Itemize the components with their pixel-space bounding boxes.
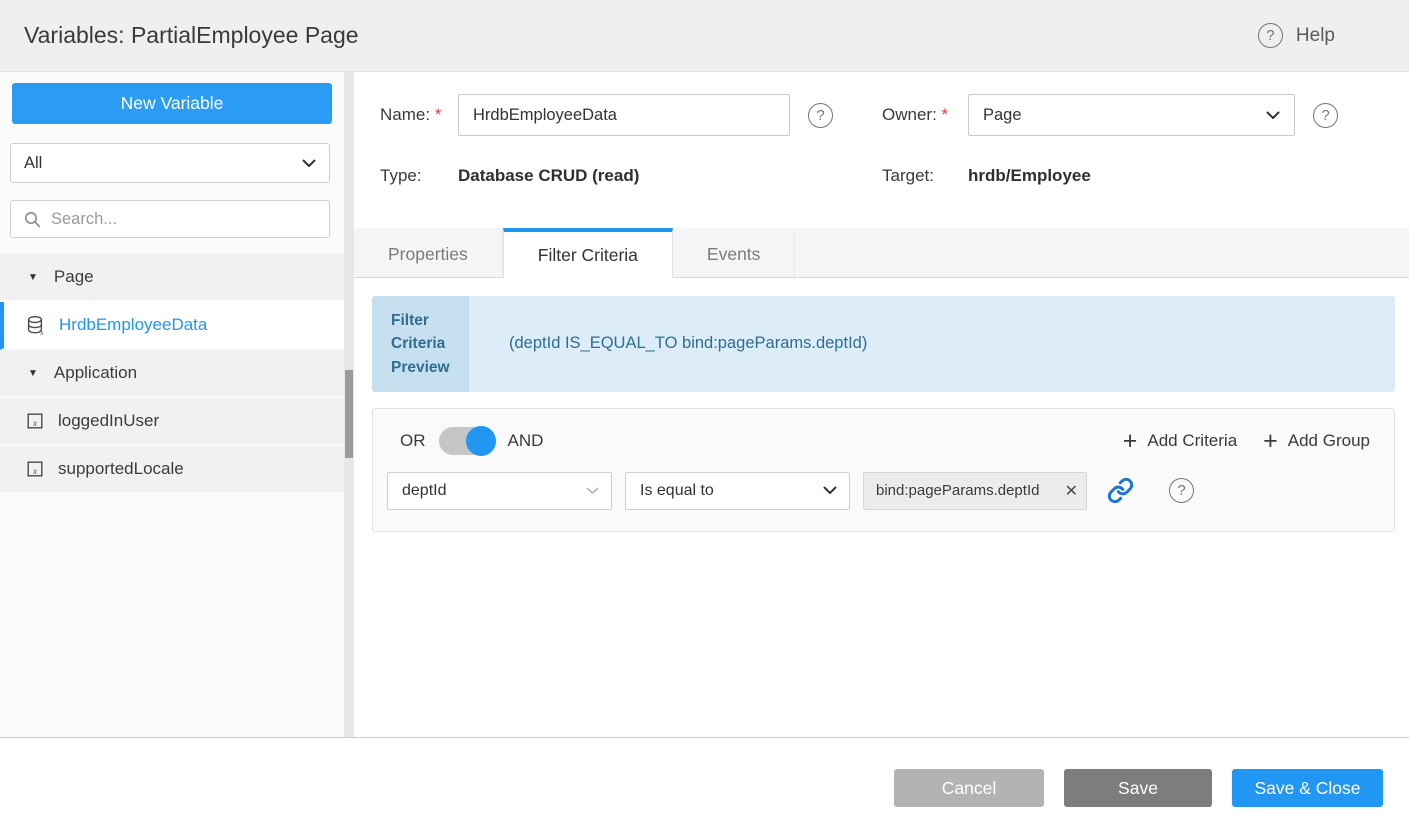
chevron-down-icon: [302, 159, 316, 168]
sidebar-group-label: Page: [54, 267, 94, 287]
sidebar-group-application[interactable]: ▼ Application: [0, 350, 344, 398]
sidebar-group-page[interactable]: ▼ Page: [0, 254, 344, 302]
criteria-group-box: OR AND + Add Criteria: [372, 408, 1395, 532]
condition-select[interactable]: Is equal to: [625, 472, 850, 510]
add-criteria-button[interactable]: + Add Criteria: [1123, 431, 1237, 451]
chevron-down-icon: [823, 486, 837, 495]
filter-criteria-panel: Filter Criteria Preview (deptId IS_EQUAL…: [354, 278, 1409, 737]
variable-search-box: [10, 200, 330, 238]
owner-field-group: Owner: * Page ?: [882, 94, 1338, 136]
preview-label: Filter Criteria Preview: [372, 296, 469, 392]
sidebar-inner: New Variable All ▼ Page: [0, 72, 344, 494]
target-field-group: Target: hrdb/Employee: [882, 166, 1091, 186]
chevron-down-icon: [1266, 111, 1280, 120]
tab-filter-criteria[interactable]: Filter Criteria: [503, 228, 673, 278]
sidebar-item-loggedinuser[interactable]: x loggedInUser: [0, 398, 344, 446]
tab-events[interactable]: Events: [673, 228, 796, 277]
collapse-triangle-icon: ▼: [28, 272, 38, 283]
or-label: OR: [400, 431, 426, 451]
preview-expression: (deptId IS_EQUAL_TO bind:pageParams.dept…: [469, 296, 1395, 392]
toggle-knob: [466, 426, 496, 456]
variables-sidebar: New Variable All ▼ Page: [0, 72, 354, 737]
editor-tabbar: Properties Filter Criteria Events: [354, 228, 1409, 278]
search-icon: [24, 211, 41, 228]
page-title: Variables: PartialEmployee Page: [24, 22, 359, 49]
criteria-help-icon[interactable]: ?: [1169, 478, 1194, 503]
sidebar-item-hrdbemployeedata[interactable]: x HrdbEmployeeData: [0, 302, 344, 350]
sidebar-item-label: supportedLocale: [58, 459, 184, 479]
variables-dialog: Variables: PartialEmployee Page ? Help N…: [0, 0, 1409, 838]
database-variable-icon: x: [26, 315, 45, 336]
new-variable-button[interactable]: New Variable: [12, 83, 332, 124]
static-variable-icon: x: [26, 460, 44, 478]
sidebar-item-label: loggedInUser: [58, 411, 159, 431]
required-marker: *: [435, 105, 442, 124]
type-value: Database CRUD (read): [458, 166, 639, 186]
name-help-icon[interactable]: ?: [808, 103, 833, 128]
variable-editor: Name: * ? Owner: * Page ?: [354, 72, 1409, 737]
name-input[interactable]: [458, 94, 790, 136]
logic-toggle-group: OR AND: [400, 427, 543, 455]
value-binding-chip[interactable]: bind:pageParams.deptId ✕: [863, 472, 1087, 510]
required-marker: *: [942, 105, 949, 124]
owner-select[interactable]: Page: [968, 94, 1295, 136]
save-and-close-button[interactable]: Save & Close: [1232, 769, 1383, 807]
owner-label: Owner: *: [882, 105, 968, 125]
bind-link-icon[interactable]: [1107, 477, 1134, 504]
dialog-footer: Cancel Save Save & Close: [0, 737, 1409, 838]
sidebar-item-supportedlocale[interactable]: x supportedLocale: [0, 446, 344, 494]
form-row-1: Name: * ? Owner: * Page ?: [380, 94, 1409, 136]
type-field-group: Type: Database CRUD (read): [380, 166, 882, 186]
chevron-down-icon: [586, 487, 599, 495]
sidebar-group-label: Application: [54, 363, 137, 383]
collapse-triangle-icon: ▼: [28, 368, 38, 379]
dialog-header: Variables: PartialEmployee Page ? Help: [0, 0, 1409, 72]
add-group-button[interactable]: + Add Group: [1263, 431, 1370, 451]
value-binding-text: bind:pageParams.deptId: [876, 482, 1063, 499]
search-input[interactable]: [51, 210, 316, 229]
svg-text:x: x: [39, 328, 44, 336]
help-question-icon: ?: [1258, 23, 1283, 48]
field-select[interactable]: deptId: [387, 472, 612, 510]
or-and-toggle[interactable]: [439, 427, 495, 455]
target-value: hrdb/Employee: [968, 166, 1091, 186]
owner-select-value: Page: [983, 106, 1022, 125]
variable-form: Name: * ? Owner: * Page ?: [354, 72, 1409, 228]
type-label: Type:: [380, 166, 458, 186]
name-field-group: Name: * ?: [380, 94, 882, 136]
scrollbar-thumb[interactable]: [345, 370, 353, 458]
remove-binding-icon[interactable]: ✕: [1065, 481, 1078, 501]
svg-text:x: x: [32, 466, 37, 476]
criteria-row: deptId Is equal to bind:pa: [387, 472, 1370, 510]
plus-icon: +: [1263, 431, 1278, 451]
add-criteria-label: Add Criteria: [1147, 431, 1237, 451]
variables-list: ▼ Page x HrdbEmployeeData: [0, 254, 344, 494]
name-label: Name: *: [380, 105, 458, 125]
dialog-body: New Variable All ▼ Page: [0, 72, 1409, 737]
static-variable-icon: x: [26, 412, 44, 430]
variable-filter-value: All: [24, 154, 42, 173]
help-label: Help: [1296, 25, 1335, 47]
field-select-value: deptId: [402, 482, 446, 500]
criteria-actions: + Add Criteria + Add Group: [1123, 431, 1370, 451]
tab-properties[interactable]: Properties: [354, 228, 503, 277]
filter-criteria-preview: Filter Criteria Preview (deptId IS_EQUAL…: [372, 296, 1395, 392]
add-group-label: Add Group: [1288, 431, 1370, 451]
save-button[interactable]: Save: [1064, 769, 1212, 807]
form-row-2: Type: Database CRUD (read) Target: hrdb/…: [380, 166, 1409, 186]
help-button[interactable]: ? Help: [1258, 23, 1335, 48]
and-label: AND: [508, 431, 544, 451]
plus-icon: +: [1123, 431, 1138, 451]
owner-help-icon[interactable]: ?: [1313, 103, 1338, 128]
sidebar-item-label: HrdbEmployeeData: [59, 315, 207, 335]
svg-text:x: x: [32, 418, 37, 428]
target-label: Target:: [882, 166, 968, 186]
condition-select-value: Is equal to: [640, 482, 714, 500]
variable-filter-select[interactable]: All: [10, 143, 330, 183]
criteria-toolbar: OR AND + Add Criteria: [387, 427, 1370, 455]
cancel-button[interactable]: Cancel: [894, 769, 1044, 807]
sidebar-scrollbar[interactable]: [344, 72, 354, 737]
